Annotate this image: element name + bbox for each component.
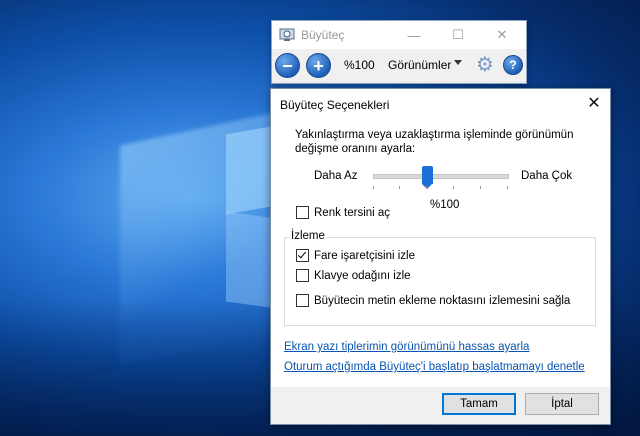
magnifier-toolbar: − + %100 Görünümler ⚙ ? xyxy=(272,49,526,81)
dialog-title: Büyüteç Seçenekleri xyxy=(280,98,390,112)
slider-tick xyxy=(507,186,508,189)
zoom-increment-description: Yakınlaştırma veya uzaklaştırma işlemind… xyxy=(295,129,574,155)
magnifier-app-icon xyxy=(279,28,295,41)
font-tuning-link[interactable]: Ekran yazı tiplerimin görünümünü hassas … xyxy=(284,341,529,353)
desktop-window-logo-pane xyxy=(226,211,276,309)
invert-colors-checkbox[interactable]: Renk tersini aç xyxy=(296,206,390,219)
cancel-button[interactable]: İptal xyxy=(525,393,599,415)
startup-settings-link[interactable]: Oturum açtığımda Büyüteç'i başlatıp başl… xyxy=(284,361,585,373)
checkbox-box[interactable] xyxy=(296,206,309,219)
dialog-close-icon[interactable]: ✕ xyxy=(581,92,607,116)
slider-min-label: Daha Az xyxy=(314,170,358,182)
views-menu[interactable]: Görünümler xyxy=(388,58,451,72)
magnifier-titlebar[interactable]: Büyüteç — ☐ ✕ xyxy=(272,21,526,49)
slider-tick xyxy=(399,186,400,189)
follow-text-cursor-label: Büyütecin metin ekleme noktasını izlemes… xyxy=(314,294,571,307)
zoom-in-icon: + xyxy=(313,55,324,76)
slider-tick xyxy=(453,186,454,189)
checkbox-box[interactable] xyxy=(296,269,309,282)
slider-thumb[interactable] xyxy=(422,166,433,189)
minimize-button[interactable]: — xyxy=(392,21,436,49)
slider-tick xyxy=(373,186,374,189)
slider-max-label: Daha Çok xyxy=(521,170,573,182)
dialog-footer: Tamam İptal xyxy=(271,387,610,424)
zoom-increment-slider[interactable] xyxy=(373,174,509,179)
maximize-button[interactable]: ☐ xyxy=(436,21,480,49)
checkbox-box[interactable] xyxy=(296,249,309,262)
slider-tick xyxy=(480,186,481,189)
follow-mouse-label: Fare işaretçisini izle xyxy=(314,249,415,262)
zoom-level: %100 xyxy=(344,58,375,72)
zoom-in-button[interactable]: + xyxy=(306,53,331,78)
gear-icon[interactable]: ⚙ xyxy=(474,54,496,76)
ok-button[interactable]: Tamam xyxy=(442,393,516,415)
follow-keyboard-label: Klavye odağını izle xyxy=(314,269,411,282)
zoom-out-icon: − xyxy=(282,55,293,76)
zoom-out-button[interactable]: − xyxy=(275,53,300,78)
invert-colors-label: Renk tersini aç xyxy=(314,206,391,219)
follow-keyboard-checkbox[interactable]: Klavye odağını izle xyxy=(296,269,411,282)
chevron-down-icon[interactable] xyxy=(454,60,462,65)
help-icon[interactable]: ? xyxy=(503,55,523,75)
follow-mouse-checkbox[interactable]: Fare işaretçisini izle xyxy=(296,249,415,262)
tracking-group-title: İzleme xyxy=(289,230,327,242)
magnifier-window: Büyüteç — ☐ ✕ − + %100 Görünümler ⚙ ? xyxy=(271,20,527,84)
magnifier-title: Büyüteç xyxy=(301,28,345,42)
options-dialog: Büyüteç Seçenekleri ✕ Yakınlaştırma veya… xyxy=(270,88,611,425)
desktop-window-logo-pane xyxy=(226,125,276,215)
slider-value: %100 xyxy=(430,199,460,211)
follow-text-cursor-checkbox[interactable]: Büyütecin metin ekleme noktasını izlemes… xyxy=(296,294,570,307)
close-button[interactable]: ✕ xyxy=(480,21,524,49)
slider-tick xyxy=(426,186,427,189)
checkbox-box[interactable] xyxy=(296,294,309,307)
